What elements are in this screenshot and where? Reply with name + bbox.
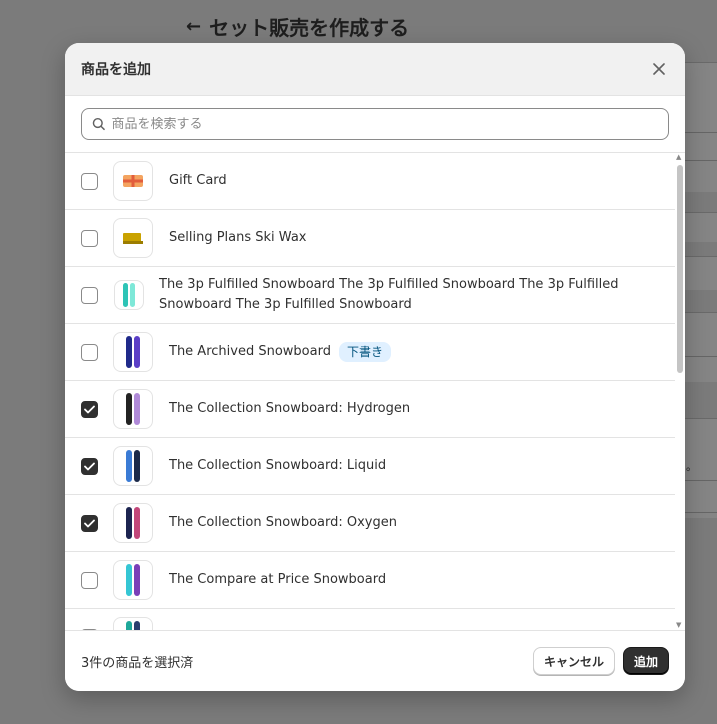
snowboard-teal-purple-icon: [126, 564, 140, 596]
product-name: Gift Card: [169, 173, 227, 188]
product-name: The Collection Snowboard: Oxygen: [169, 515, 397, 530]
list-item[interactable]: Selling Plans Ski Wax: [65, 210, 675, 267]
list-item[interactable]: The Archived Snowboard 下書き: [65, 324, 675, 381]
product-thumbnail: [113, 218, 153, 258]
product-thumbnail: [113, 332, 153, 372]
snowboard-blue-icon: [126, 336, 140, 368]
close-icon: [653, 63, 665, 75]
product-checkbox[interactable]: [81, 229, 98, 247]
product-thumbnail: [113, 161, 153, 201]
modal-footer: 3件の商品を選択済 キャンセル 追加: [65, 630, 685, 691]
snowboard-teal-icon: [126, 621, 140, 630]
product-checkbox[interactable]: [81, 400, 98, 418]
modal-title: 商品を追加: [81, 62, 151, 78]
scrollbar-thumb[interactable]: [677, 165, 683, 373]
add-button[interactable]: 追加: [622, 647, 669, 675]
search-input[interactable]: [111, 116, 658, 132]
draft-badge: 下書き: [338, 342, 391, 362]
ski-wax-icon: [123, 233, 143, 244]
product-checkbox[interactable]: [81, 571, 98, 589]
product-name: The 3p Fulfilled Snowboard The 3p Fulfil…: [159, 277, 619, 312]
scrollbar[interactable]: ▲ ▼: [676, 153, 683, 629]
cancel-button[interactable]: キャンセル: [532, 647, 615, 675]
product-checkbox[interactable]: [81, 514, 98, 532]
snowboard-black-purple-icon: [126, 393, 140, 425]
close-button[interactable]: [649, 59, 669, 79]
product-thumbnail: [114, 280, 144, 310]
scroll-up-arrow-icon[interactable]: ▲: [676, 153, 681, 161]
product-thumbnail: [113, 617, 153, 630]
product-name: The Compare at Price Snowboard: [169, 572, 387, 587]
product-thumbnail: [113, 389, 153, 429]
modal-header: 商品を追加: [65, 43, 685, 96]
checkmark-icon: [84, 519, 95, 527]
product-list-area[interactable]: Gift Card Selling Plans Ski Wax The 3p F…: [65, 153, 685, 630]
back-arrow-icon: ←: [186, 16, 202, 37]
list-item[interactable]: Gift Card: [65, 153, 675, 210]
snowboard-blue-navy-icon: [126, 450, 140, 482]
checkmark-icon: [84, 405, 95, 413]
list-item[interactable]: The Collection Snowboard: Liquid: [65, 438, 675, 495]
list-item[interactable]: [65, 609, 675, 630]
scroll-down-arrow-icon[interactable]: ▼: [676, 621, 681, 629]
product-name: The Archived Snowboard: [169, 344, 331, 359]
list-item[interactable]: The Compare at Price Snowboard: [65, 552, 675, 609]
search-icon: [92, 117, 105, 131]
product-list: Gift Card Selling Plans Ski Wax The 3p F…: [65, 153, 675, 630]
page-title: ← セット販売を作成する: [186, 12, 409, 41]
list-item[interactable]: The Collection Snowboard: Hydrogen: [65, 381, 675, 438]
checkmark-icon: [84, 462, 95, 470]
product-thumbnail: [113, 446, 153, 486]
background-period: 。: [686, 460, 697, 473]
snowboard-navy-pink-icon: [126, 507, 140, 539]
selected-count: 3件の商品を選択済: [81, 655, 194, 671]
page-title-text: セット販売を作成する: [209, 16, 410, 40]
footer-buttons: キャンセル 追加: [532, 647, 669, 675]
product-name: The Collection Snowboard: Hydrogen: [169, 401, 411, 416]
search-area: [65, 96, 685, 153]
gift-card-icon: [123, 175, 143, 187]
product-checkbox[interactable]: [81, 457, 98, 475]
product-name: The Collection Snowboard: Liquid: [169, 458, 387, 473]
product-name: Selling Plans Ski Wax: [169, 230, 307, 245]
product-thumbnail: [113, 503, 153, 543]
search-box[interactable]: [81, 108, 669, 140]
list-item[interactable]: The Collection Snowboard: Oxygen: [65, 495, 675, 552]
product-checkbox[interactable]: [81, 172, 98, 190]
snowboard-teal-icon: [123, 283, 135, 307]
add-product-modal: 商品を追加 商品を検索する Gift Card Selling Plans Sk…: [65, 43, 685, 691]
list-item[interactable]: The 3p Fulfilled Snowboard The 3p Fulfil…: [65, 267, 675, 324]
product-thumbnail: [113, 560, 153, 600]
product-checkbox[interactable]: [81, 343, 98, 361]
product-checkbox[interactable]: [81, 286, 98, 304]
